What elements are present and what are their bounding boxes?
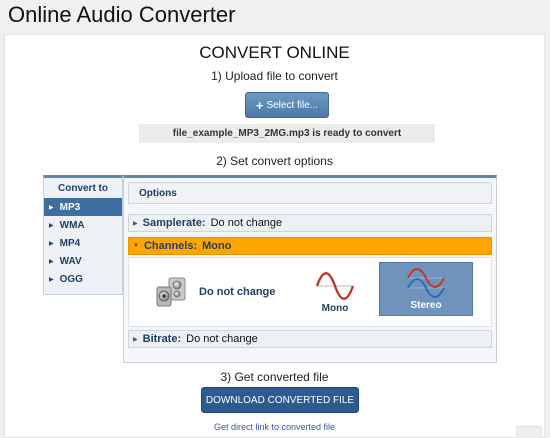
triangle-down-icon: ▼ xyxy=(133,243,139,249)
format-item-wma[interactable]: ▶ WMA xyxy=(44,216,122,234)
format-item-wav[interactable]: ▶ WAV xyxy=(44,252,122,270)
convert-to-title: Convert to xyxy=(58,183,108,194)
channels-option[interactable]: ▼ Channels: Mono xyxy=(128,237,492,255)
triangle-right-icon: ▶ xyxy=(49,204,54,211)
stereo-label: Stereo xyxy=(410,299,442,311)
step2-label: 2) Set convert options xyxy=(216,154,333,168)
mono-label: Mono xyxy=(321,302,349,314)
triangle-right-icon: ▶ xyxy=(49,276,54,283)
converter-panel: CONVERT ONLINE 1) Upload file to convert… xyxy=(4,34,545,438)
scroll-to-top-button[interactable] xyxy=(516,426,542,438)
select-file-button[interactable]: + Select file... xyxy=(245,92,329,118)
speaker-icon xyxy=(156,277,186,307)
samplerate-label: Samplerate: xyxy=(142,217,206,229)
format-label: MP4 xyxy=(59,237,81,249)
no-change-label: Do not change xyxy=(199,286,276,298)
channels-value: Mono xyxy=(202,240,232,252)
channel-choice-stereo[interactable]: Stereo xyxy=(379,262,473,316)
format-item-ogg[interactable]: ▶ OGG xyxy=(44,270,122,288)
format-label: WMA xyxy=(59,219,85,231)
format-item-mp4[interactable]: ▶ MP4 xyxy=(44,234,122,252)
format-label: WAV xyxy=(59,255,82,267)
options-header: Options xyxy=(128,182,492,204)
triangle-right-icon: ▶ xyxy=(49,222,54,229)
channel-choice-no-change[interactable]: Do not change xyxy=(155,272,275,312)
samplerate-option[interactable]: ▶ Samplerate: Do not change xyxy=(128,214,492,232)
bitrate-value: Do not change xyxy=(186,333,258,345)
channels-label: Channels: xyxy=(143,240,198,252)
plus-icon: + xyxy=(255,97,264,113)
format-label: OGG xyxy=(59,273,83,285)
download-converted-file-button[interactable]: DOWNLOAD CONVERTED FILE xyxy=(201,387,359,413)
select-file-label: Select file... xyxy=(266,99,319,111)
triangle-right-icon: ▶ xyxy=(133,220,138,227)
channel-choice-mono[interactable]: Mono xyxy=(305,262,365,322)
step1-label: 1) Upload file to convert xyxy=(211,69,338,83)
bitrate-option[interactable]: ▶ Bitrate: Do not change xyxy=(128,330,492,348)
format-label: MP3 xyxy=(59,201,81,213)
format-item-mp3[interactable]: ▶ MP3 xyxy=(44,198,122,216)
app-title: Online Audio Converter xyxy=(8,2,236,27)
channels-choices: Do not change Mono Stereo xyxy=(128,257,492,327)
stereo-wave-icon xyxy=(407,267,445,298)
samplerate-value: Do not change xyxy=(210,217,283,229)
step3-label: 3) Get converted file xyxy=(220,370,329,384)
triangle-right-icon: ▶ xyxy=(49,240,54,247)
convert-to-panel: Convert to ▶ MP3 ▶ WMA ▶ MP4 ▶ WAV ▶ OGG xyxy=(43,175,123,295)
direct-link[interactable]: Get direct link to converted file xyxy=(5,422,544,432)
bitrate-label: Bitrate: xyxy=(142,333,182,345)
file-status: file_example_MP3_2MG.mp3 is ready to con… xyxy=(139,124,435,143)
triangle-right-icon: ▶ xyxy=(49,258,54,265)
options-panel: Options ▶ Samplerate: Do not change ▼ Ch… xyxy=(123,175,497,363)
mono-wave-icon xyxy=(315,271,355,300)
convert-title: CONVERT ONLINE xyxy=(199,43,350,62)
triangle-right-icon: ▶ xyxy=(133,336,138,343)
